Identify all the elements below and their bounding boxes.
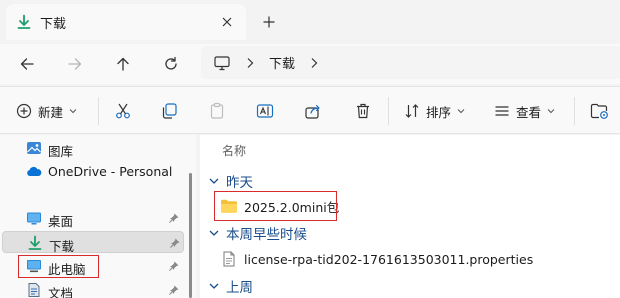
chevron-down-icon [547,108,555,114]
toolbar-divider [574,97,575,125]
pin-icon[interactable] [168,284,180,296]
new-label: 新建 [38,104,64,120]
group-label: 昨天 [226,175,253,191]
rename-icon [256,102,274,120]
chevron-right-icon[interactable] [245,57,255,69]
group-header-earlier-this-week[interactable]: 本周早些时候 [208,223,307,243]
download-icon [27,235,43,251]
back-button[interactable] [16,53,38,75]
rename-button[interactable] [256,100,274,122]
clipboard-icon [208,102,226,120]
download-icon [16,14,32,30]
address-bar[interactable]: 下载 [201,46,620,79]
sidebar-item-downloads[interactable]: 下载 [2,231,184,254]
new-tab-button[interactable] [260,13,278,31]
group-label: 本周早些时候 [226,227,307,243]
sidebar-item-label: 桌面 [48,214,74,229]
documents-icon [26,282,42,298]
up-button[interactable] [112,53,134,75]
share-button[interactable] [304,100,322,122]
group-label: 上周 [226,280,253,296]
chevron-down-icon [208,176,220,186]
copy-icon [160,102,178,120]
new-button[interactable]: 新建 [16,100,77,122]
pin-icon[interactable] [168,260,180,272]
highlight-box [214,191,337,221]
sidebar-item-gallery[interactable]: 图库 [2,137,184,159]
group-header-yesterday[interactable]: 昨天 [208,171,253,191]
delete-button[interactable] [354,100,372,122]
cut-button[interactable] [114,100,132,122]
list-item[interactable]: license-rpa-tid202-1761613503011.propert… [220,248,533,270]
sort-label: 排序 [426,104,452,120]
monitor-icon[interactable] [213,54,231,72]
paste-button[interactable] [208,100,226,122]
close-icon[interactable] [218,13,236,31]
scissors-icon [114,102,132,120]
plus-circle-icon [16,103,32,119]
group-header-last-week[interactable]: 上周 [208,276,253,296]
pin-icon[interactable] [168,212,180,224]
pin-icon[interactable] [169,237,181,249]
sidebar-item-desktop[interactable]: 桌面 [2,207,184,229]
onedrive-icon [26,163,42,179]
sidebar-item-label: OneDrive - Personal [48,164,173,179]
tab-title: 下载 [40,16,67,32]
gallery-icon [26,140,42,156]
chevron-right-icon[interactable] [309,57,319,69]
chevron-down-icon [208,281,220,291]
chevron-down-icon [208,228,220,238]
document-icon [220,251,238,267]
breadcrumb-downloads[interactable]: 下载 [269,53,295,72]
tab-downloads[interactable]: 下载 [6,4,246,40]
sidebar-item-label: 文档 [48,286,74,298]
desktop-icon [26,210,42,226]
refresh-button[interactable] [160,53,182,75]
view-list-icon [494,103,510,119]
folder-gear-icon [590,102,610,120]
sidebar-scrollbar[interactable] [189,173,192,298]
copy-button[interactable] [160,100,178,122]
sidebar-item-onedrive[interactable]: OneDrive - Personal [2,160,184,182]
sort-button[interactable]: 排序 [404,100,465,122]
share-icon [304,102,322,120]
sidebar-item-label: 图库 [48,144,74,159]
navigation-row: 下载 [0,44,620,84]
highlight-box [18,255,99,278]
view-label: 查看 [516,104,542,120]
sort-icon [404,103,420,119]
sidebar-item-documents[interactable]: 文档 [2,279,184,298]
chevron-down-icon [457,108,465,114]
forward-button[interactable] [64,53,86,75]
column-header-name[interactable]: 名称 [222,142,246,159]
toolbar-divider [98,97,99,125]
toolbar-divider [388,97,389,125]
file-name: license-rpa-tid202-1761613503011.propert… [244,251,534,267]
trash-icon [354,102,372,120]
view-button[interactable]: 查看 [494,100,555,122]
sidebar-item-label: 下载 [49,239,75,254]
folder-settings-button[interactable] [590,100,610,122]
command-bar: 新建 排序 查看 [0,86,620,134]
title-bar: 下载 [0,0,620,44]
chevron-down-icon [69,108,77,114]
